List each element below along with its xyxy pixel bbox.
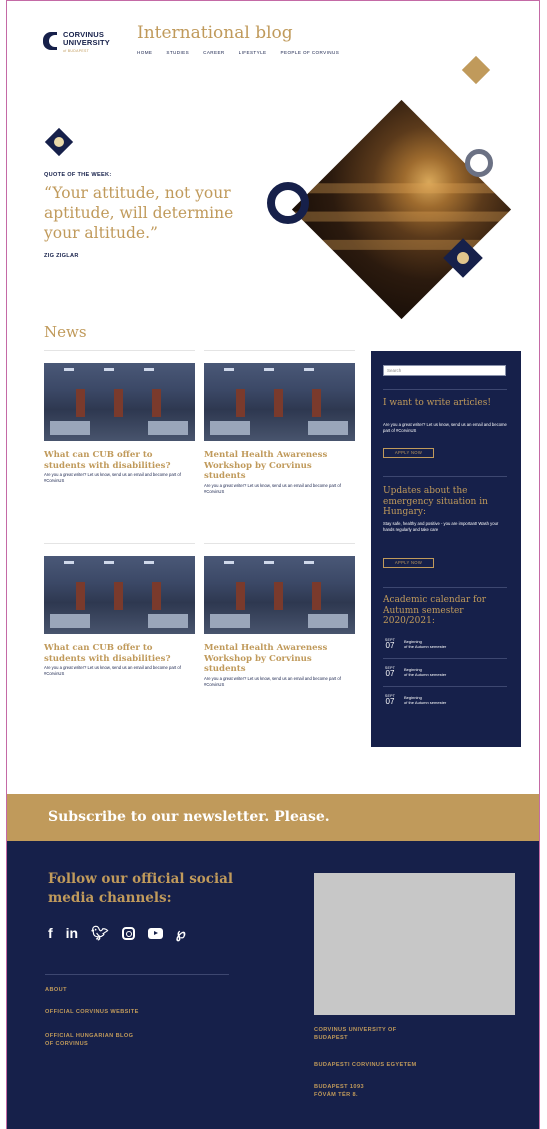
address-line-street: BUDAPEST 1093 FŐVÁM TÉR 8. bbox=[314, 1084, 364, 1098]
instagram-icon[interactable] bbox=[121, 926, 135, 940]
calendar-event[interactable]: SEPT 07 Beginning of the Autumn semester bbox=[383, 694, 507, 712]
logo-subtext: of BUDAPEST bbox=[63, 49, 90, 53]
event-text: Beginning of the Autumn semester bbox=[404, 639, 447, 650]
search-input[interactable]: Search bbox=[383, 365, 506, 376]
card-divider bbox=[44, 543, 195, 544]
news-card-image[interactable] bbox=[204, 556, 355, 634]
navy-ring-decoration bbox=[267, 182, 309, 224]
news-card[interactable]: Mental Health Awareness Workshop by Corv… bbox=[204, 543, 355, 688]
footer-link-about[interactable]: ABOUT bbox=[45, 986, 67, 994]
news-card-image[interactable] bbox=[44, 556, 195, 634]
news-card-title[interactable]: What can CUB offer to students with disa… bbox=[44, 643, 195, 664]
news-card-title[interactable]: Mental Health Awareness Workshop by Corv… bbox=[204, 450, 355, 482]
news-card-excerpt: Are you a great writer? Let us know, sen… bbox=[44, 472, 181, 483]
footer-link-official-website[interactable]: OFFICIAL CORVINUS WEBSITE bbox=[45, 1008, 139, 1016]
calendar-event[interactable]: SEPT 07 Beginning of the Autumn semester bbox=[383, 666, 507, 687]
follow-heading: Follow our official social media channel… bbox=[48, 871, 234, 906]
footer: Follow our official social media channel… bbox=[7, 841, 539, 1129]
card-divider bbox=[204, 350, 355, 351]
quote-label: QUOTE OF THE WEEK: bbox=[44, 172, 112, 178]
footer-link-hungarian-blog[interactable]: OFFICIAL HUNGARIAN BLOG OF CORVINUS bbox=[45, 1032, 133, 1048]
youtube-icon[interactable] bbox=[147, 927, 163, 939]
news-card-image[interactable] bbox=[204, 363, 355, 441]
news-card[interactable]: Mental Health Awareness Workshop by Corv… bbox=[204, 350, 355, 495]
quote-text: “Your attitude, not your aptitude, will … bbox=[44, 184, 234, 242]
news-card-excerpt: Are you a great writer? Let us know, sen… bbox=[44, 665, 181, 676]
sidebar-divider bbox=[383, 389, 507, 390]
nav-home[interactable]: HOME bbox=[137, 50, 152, 55]
main-nav: HOME STUDIES CAREER LIFESTYLE PEOPLE OF … bbox=[137, 50, 339, 55]
quote-diamond-icon bbox=[44, 127, 74, 157]
event-date: SEPT 07 bbox=[384, 638, 396, 650]
news-card[interactable]: What can CUB offer to students with disa… bbox=[44, 543, 195, 677]
event-divider bbox=[383, 658, 507, 659]
blog-title[interactable]: International blog bbox=[137, 23, 293, 43]
library-photo bbox=[291, 99, 512, 320]
nav-people-of-corvinus[interactable]: PEOPLE OF CORVINUS bbox=[281, 50, 340, 55]
map-placeholder[interactable] bbox=[314, 873, 515, 1015]
logo-text: CORVINUS UNIVERSITY bbox=[63, 30, 111, 47]
write-articles-text: Are you a great writer? Let us know, sen… bbox=[383, 422, 507, 433]
event-text: Beginning of the Autumn semester bbox=[404, 695, 447, 706]
news-card[interactable]: What can CUB offer to students with disa… bbox=[44, 350, 195, 484]
academic-calendar-heading: Academic calendar for Autumn semester 20… bbox=[383, 595, 487, 626]
apply-now-button[interactable]: APPLY NOW bbox=[383, 448, 434, 458]
news-card-title[interactable]: Mental Health Awareness Workshop by Corv… bbox=[204, 643, 355, 675]
card-divider bbox=[204, 543, 355, 544]
pinterest-icon[interactable]: ℘ bbox=[176, 925, 186, 941]
calendar-event[interactable]: SEPT 07 Beginning of the Autumn semester bbox=[383, 638, 507, 659]
event-day: 07 bbox=[385, 697, 395, 706]
gold-diamond-decoration bbox=[461, 55, 491, 85]
event-text: Beginning of the Autumn semester bbox=[404, 667, 447, 678]
grey-ring-decoration bbox=[465, 149, 493, 177]
nav-studies[interactable]: STUDIES bbox=[166, 50, 189, 55]
news-card-image[interactable] bbox=[44, 363, 195, 441]
facebook-icon[interactable]: f bbox=[48, 925, 53, 941]
social-links: f in 🐦︎ ℘ bbox=[48, 925, 186, 941]
nav-lifestyle[interactable]: LIFESTYLE bbox=[239, 50, 267, 55]
apply-now-button[interactable]: APPLY NOW bbox=[383, 558, 434, 568]
newsletter-text[interactable]: Subscribe to our newsletter. Please. bbox=[48, 809, 330, 825]
emergency-updates-text: Stay safe, healthy and positive - you ar… bbox=[383, 521, 499, 532]
corvinus-logo[interactable]: CORVINUS UNIVERSITY of BUDAPEST bbox=[43, 29, 123, 59]
event-divider bbox=[383, 686, 507, 687]
footer-divider bbox=[45, 974, 229, 975]
address-line-university: CORVINUS UNIVERSITY OF BUDAPEST bbox=[314, 1027, 397, 1041]
sidebar: Search I want to write articles! Are you… bbox=[371, 351, 521, 747]
news-card-excerpt: Are you a great writer? Let us know, sen… bbox=[204, 482, 341, 494]
newsletter-banner[interactable]: Subscribe to our newsletter. Please. bbox=[7, 794, 539, 841]
sidebar-divider bbox=[383, 476, 507, 477]
address-line-hungarian-name: BUDAPESTI CORVINUS EGYETEM bbox=[314, 1062, 417, 1068]
page: CORVINUS UNIVERSITY of BUDAPEST Internat… bbox=[6, 0, 540, 1129]
linkedin-icon[interactable]: in bbox=[66, 925, 78, 941]
news-card-excerpt: Are you a great writer? Let us know, sen… bbox=[204, 675, 341, 687]
news-card-title[interactable]: What can CUB offer to students with disa… bbox=[44, 450, 195, 471]
hero-image-diamond bbox=[291, 99, 512, 320]
write-articles-heading: I want to write articles! bbox=[383, 398, 491, 408]
card-divider bbox=[44, 350, 195, 351]
sidebar-divider bbox=[383, 587, 507, 588]
nav-career[interactable]: CAREER bbox=[203, 50, 225, 55]
event-date: SEPT 07 bbox=[384, 666, 396, 678]
quote-author: ZIG ZIGLAR bbox=[44, 253, 79, 259]
event-date: SEPT 07 bbox=[384, 694, 396, 706]
emergency-updates-heading: Updates about the emergency situation in… bbox=[383, 486, 488, 517]
event-day: 07 bbox=[385, 641, 395, 650]
news-heading: News bbox=[44, 323, 87, 341]
twitter-icon[interactable]: 🐦︎ bbox=[91, 925, 109, 941]
logo-mark-icon bbox=[43, 32, 57, 50]
event-day: 07 bbox=[385, 669, 395, 678]
